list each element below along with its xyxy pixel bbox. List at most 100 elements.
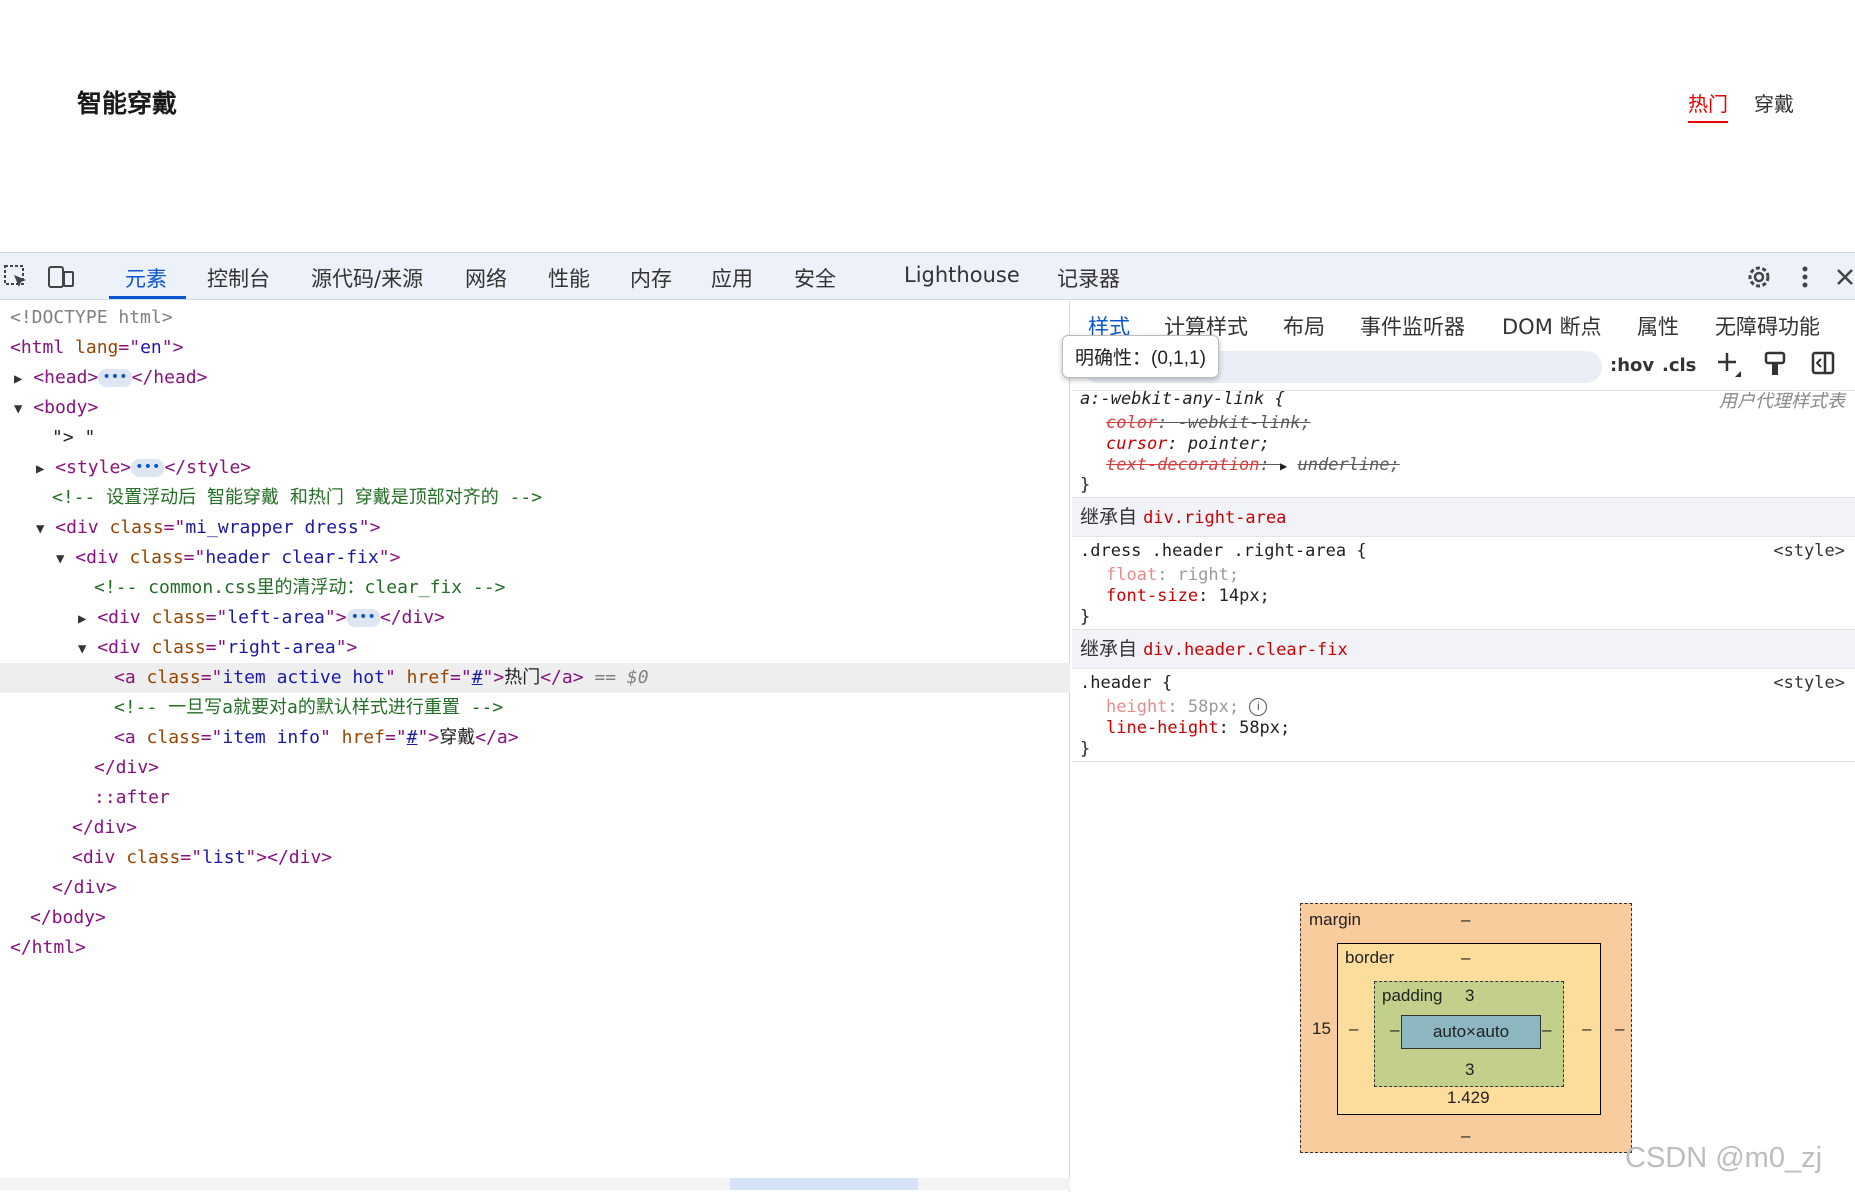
scrollbar-thumb[interactable] (730, 1178, 918, 1190)
expand-arrow-icon[interactable]: ▶ (36, 461, 44, 477)
tree-line-close-div[interactable]: </div> (72, 813, 1142, 843)
tree-line-div-left-area[interactable]: ▶ <div class="left-area"> ••• </div> (78, 603, 1148, 633)
box-model-content[interactable]: auto×auto (1401, 1015, 1541, 1049)
ellipsis-icon[interactable]: ••• (98, 369, 132, 387)
tree-line-close-div[interactable]: </div> (94, 753, 1164, 783)
tree-line-head[interactable]: ▶ <head> ••• </head> (14, 363, 1084, 393)
active-tab-indicator (109, 296, 186, 299)
tree-line-comment[interactable]: <!-- common.css里的清浮动：clear_fix --> (94, 573, 1164, 603)
rule-selector[interactable]: .dress .header .right-area { (1080, 539, 1367, 563)
border-left-value[interactable]: – (1349, 1019, 1358, 1039)
styles-filter-bar: 明确性：(0,1,1) :hov .cls (1062, 335, 1855, 391)
tree-line-body[interactable]: ▼ <body> (14, 393, 1084, 423)
subtab-event-listeners[interactable]: 事件监听器 (1360, 311, 1465, 341)
inspect-icon[interactable] (2, 263, 30, 289)
tab-elements[interactable]: 元素 (125, 263, 167, 293)
margin-top-value[interactable]: – (1461, 910, 1470, 930)
ellipsis-icon[interactable]: ••• (346, 609, 380, 627)
tab-application[interactable]: 应用 (711, 263, 753, 293)
collapse-arrow-icon[interactable]: ▼ (56, 551, 64, 567)
horizontal-scrollbar[interactable] (0, 1178, 1070, 1190)
subtab-layout[interactable]: 布局 (1283, 311, 1325, 341)
border-right-value[interactable]: – (1582, 1019, 1591, 1039)
inherited-from-link[interactable]: div.right-area (1143, 508, 1286, 528)
border-bottom-value[interactable]: 1.429 (1447, 1088, 1490, 1108)
collapse-arrow-icon[interactable]: ▼ (36, 521, 44, 537)
rule-source-link[interactable]: <style> (1773, 541, 1845, 561)
tab-recorder[interactable]: 记录器 (1057, 263, 1120, 293)
tree-line-after[interactable]: ::after (94, 783, 1164, 813)
device-toolbar-icon[interactable] (46, 263, 74, 289)
border-label: border (1345, 948, 1395, 967)
tree-line-comment[interactable]: <!-- 设置浮动后 智能穿戴 和热门 穿戴是顶部对齐的 --> (52, 483, 1122, 513)
rule-close: } (1080, 607, 1091, 627)
specificity-tooltip: 明确性：(0,1,1) (1062, 335, 1219, 378)
collapse-arrow-icon[interactable]: ▼ (78, 641, 86, 657)
tab-security[interactable]: 安全 (794, 263, 836, 293)
subtab-accessibility[interactable]: 无障碍功能 (1715, 311, 1820, 341)
expand-arrow-icon[interactable]: ▶ (14, 371, 22, 387)
more-vert-icon[interactable] (1795, 263, 1823, 289)
tree-line-close-html[interactable]: </html> (10, 933, 1080, 963)
subtab-properties[interactable]: 属性 (1637, 311, 1679, 341)
tab-lighthouse[interactable]: Lighthouse (904, 263, 1020, 287)
close-icon[interactable] (1835, 263, 1853, 289)
inherited-header-right-area: 继承自 div.right-area (1072, 497, 1855, 537)
paint-brush-icon[interactable] (1762, 349, 1788, 384)
tab-memory[interactable]: 内存 (630, 263, 672, 293)
box-model-diagram: margin – – 15 – border – 1.429 – – paddi… (1300, 903, 1632, 1153)
rule-selector[interactable]: a:-webkit-any-link { (1080, 387, 1285, 411)
tab-network[interactable]: 网络 (465, 263, 507, 293)
collapse-arrow-icon[interactable]: ▼ (14, 401, 22, 417)
expand-arrow-icon[interactable]: ▶ (78, 611, 86, 627)
divider (1072, 761, 1855, 762)
page-viewport: 智能穿戴 热门 穿戴 (0, 0, 1855, 252)
inherited-header-header: 继承自 div.header.clear-fix (1072, 629, 1855, 669)
padding-top-value[interactable]: 3 (1465, 986, 1474, 1006)
tree-line-comment[interactable]: <!-- 一旦写a就要对a的默认样式进行重置 --> (114, 693, 1184, 723)
info-icon[interactable]: i (1249, 698, 1268, 716)
tab-sources[interactable]: 源代码/来源 (311, 263, 423, 293)
site-title: 智能穿戴 (77, 89, 178, 118)
padding-left-value[interactable]: – (1390, 1020, 1399, 1040)
devtools-toolbar: 元素 控制台 源代码/来源 网络 性能 内存 应用 安全 Lighthouse … (0, 253, 1855, 300)
nav-link-hot[interactable]: 热门 (1688, 88, 1728, 123)
tree-line-a-info[interactable]: <a class="item info" href="#">穿戴</a> (114, 723, 1184, 753)
tree-line-close-body[interactable]: </body> (30, 903, 1100, 933)
elements-tree: <!DOCTYPE html> <html lang="en"> ▶ <head… (0, 301, 1070, 1192)
rule-source-link[interactable]: <style> (1773, 673, 1845, 693)
margin-bottom-value[interactable]: – (1461, 1126, 1470, 1146)
rule-decl-font-size[interactable]: font-size: 14px; (1106, 584, 1270, 608)
rule-decl-text-decoration[interactable]: text-decoration: ▶ underline; (1106, 453, 1400, 477)
tree-line-close-div[interactable]: </div> (52, 873, 1122, 903)
tree-line-div-header[interactable]: ▼ <div class="header clear-fix"> (56, 543, 1126, 573)
margin-left-value[interactable]: 15 (1312, 1019, 1331, 1039)
rule-decl-line-height[interactable]: line-height: 58px; (1106, 716, 1290, 740)
cls-button[interactable]: .cls (1662, 355, 1696, 376)
tree-line-text[interactable]: "> " (52, 423, 1122, 453)
toggle-sidebar-icon[interactable] (1810, 349, 1836, 384)
tree-line-selected-a[interactable]: <a class="item active hot" href="#">热门</… (0, 663, 1070, 693)
padding-bottom-value[interactable]: 3 (1465, 1060, 1474, 1080)
tree-line-style[interactable]: ▶ <style> ••• </style> (36, 453, 1106, 483)
ellipsis-icon[interactable]: ••• (131, 459, 165, 477)
tree-line-div-wrapper[interactable]: ▼ <div class="mi_wrapper dress"> (36, 513, 1106, 543)
border-top-value[interactable]: – (1461, 948, 1470, 968)
expand-arrow-icon[interactable]: ▶ (1280, 459, 1287, 473)
tree-line-div-right-area[interactable]: ▼ <div class="right-area"> (78, 633, 1148, 663)
padding-right-value[interactable]: – (1542, 1020, 1551, 1040)
tab-console[interactable]: 控制台 (207, 263, 270, 293)
rule-selector[interactable]: .header { (1080, 671, 1172, 695)
new-rule-icon[interactable] (1715, 349, 1743, 384)
hov-button[interactable]: :hov (1610, 355, 1654, 376)
tree-line-doctype[interactable]: <!DOCTYPE html> (10, 303, 1080, 333)
margin-right-value[interactable]: – (1615, 1019, 1624, 1039)
tab-performance[interactable]: 性能 (548, 263, 590, 293)
tree-line-div-list[interactable]: <div class="list"></div> (72, 843, 1142, 873)
subtab-dom-breakpoints[interactable]: DOM 断点 (1502, 311, 1602, 341)
inherited-from-link[interactable]: div.header.clear-fix (1143, 640, 1348, 660)
nav-link-wear[interactable]: 穿戴 (1754, 88, 1794, 117)
gear-icon[interactable] (1745, 263, 1773, 289)
style-rule-right-area: .dress .header .right-area { <style> flo… (1072, 539, 1855, 629)
tree-line-html[interactable]: <html lang="en"> (10, 333, 1080, 363)
